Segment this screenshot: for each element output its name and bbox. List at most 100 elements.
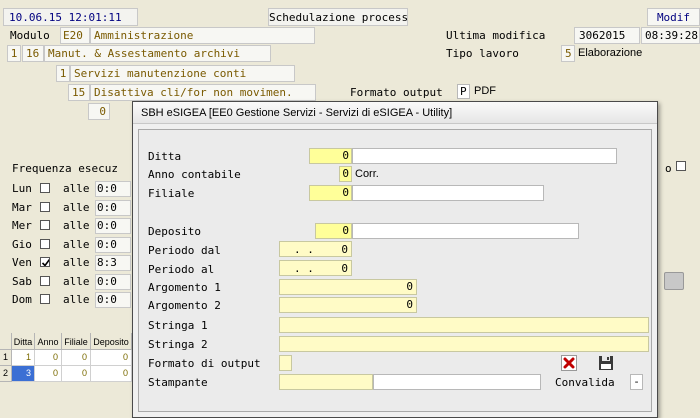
tipo-lavoro-name: Elaborazione <box>578 47 643 59</box>
modulo-label: Modulo <box>10 29 50 42</box>
day-checkbox[interactable] <box>40 183 50 193</box>
deposito-label: Deposito <box>148 225 201 238</box>
anno-input[interactable]: 0 <box>339 166 352 182</box>
ultima-modifica-label: Ultima modifica <box>446 29 546 42</box>
mode-indicator: Modif <box>647 8 700 26</box>
filiale-label: Filiale <box>148 187 195 200</box>
dialog-title: SBH eSIGEA [EE0 Gestione Servizi - Servi… <box>133 102 657 124</box>
day-time-field[interactable]: 0:0 <box>95 273 131 290</box>
background-edit-icon[interactable] <box>664 272 684 290</box>
tree-item-archivi[interactable]: Manut. & Assestamento archivi <box>44 45 271 62</box>
formato-input[interactable] <box>279 355 292 371</box>
frequenza-right-fragment: o <box>665 162 672 175</box>
stringa1-input[interactable] <box>279 317 649 333</box>
periodo-dal-input[interactable]: . . 0 <box>279 241 352 257</box>
argomento1-input[interactable]: 0 <box>279 279 417 295</box>
grid-cell[interactable]: 0 <box>35 350 62 366</box>
tree-item-disattiva[interactable]: Disattiva cli/for non movimen. <box>90 84 316 101</box>
window-title: Schedulazione processi <box>268 8 408 26</box>
save-button[interactable] <box>598 355 615 372</box>
day-checkbox[interactable] <box>40 294 50 304</box>
tree-item-servizi[interactable]: Servizi manutenzione conti <box>70 65 295 82</box>
day-checkbox[interactable] <box>40 275 50 286</box>
day-label: Mar <box>12 200 32 214</box>
stampante-input[interactable] <box>279 374 373 390</box>
anno-label: Anno contabile <box>148 168 241 181</box>
alle-label: alle <box>63 182 90 195</box>
ultima-modifica-time: 08:39:28 <box>641 27 700 44</box>
day-time-field[interactable]: 0:0 <box>95 218 131 234</box>
day-label: Sab <box>12 274 32 288</box>
grid-cell[interactable]: 1 <box>12 350 35 366</box>
modulo-name-field[interactable]: Amministrazione <box>90 27 315 44</box>
argomento2-input[interactable]: 0 <box>279 297 417 313</box>
close-icon <box>563 357 575 369</box>
stringa1-label: Stringa 1 <box>148 319 208 332</box>
tree-b-field[interactable]: 16 <box>22 45 44 62</box>
periodo-al-label: Periodo al <box>148 263 215 276</box>
convalida-label: Convalida <box>555 376 615 389</box>
convalida-input[interactable]: - <box>630 374 643 390</box>
day-checkbox[interactable] <box>40 238 50 249</box>
row4-value-field[interactable]: 0 <box>88 103 110 120</box>
day-label: Dom <box>12 293 32 306</box>
deposito-input[interactable]: 0 <box>315 223 352 239</box>
day-time-field[interactable]: 0:0 <box>95 181 131 197</box>
grid-corner <box>0 333 12 350</box>
grid-cell[interactable]: 0 <box>91 350 132 366</box>
grid-cell[interactable]: 0 <box>91 366 132 382</box>
tipo-lavoro-code[interactable]: 5 <box>561 45 575 62</box>
tree-level3-code[interactable]: 15 <box>68 84 90 101</box>
tipo-lavoro-label: Tipo lavoro <box>446 47 519 60</box>
stampante-description <box>373 374 541 390</box>
day-time-field[interactable]: 0:0 <box>95 199 131 216</box>
grid-cell[interactable]: 0 <box>62 366 91 382</box>
alle-label: alle <box>63 237 90 251</box>
day-checkbox[interactable] <box>40 201 50 212</box>
periodo-dal-label: Periodo dal <box>148 244 221 257</box>
day-checkbox[interactable] <box>40 220 50 230</box>
ditta-description <box>352 148 617 164</box>
tree-level2-code[interactable]: 1 <box>56 65 70 82</box>
stringa2-label: Stringa 2 <box>148 338 208 351</box>
grid-cell[interactable]: 0 <box>62 350 91 366</box>
ditta-label: Ditta <box>148 150 182 163</box>
grid-cell-selected[interactable]: 3 <box>12 366 35 382</box>
grid-header-anno[interactable]: Anno <box>35 333 62 350</box>
day-label: Lun <box>12 182 32 195</box>
alle-label: alle <box>63 256 90 269</box>
anno-suffix: Corr. <box>355 168 379 180</box>
periodo-dal-date: . . <box>294 243 314 256</box>
ditta-input[interactable]: 0 <box>309 148 352 164</box>
day-label: Ven <box>12 256 32 269</box>
alle-label: alle <box>63 200 90 214</box>
filiale-description <box>352 185 544 201</box>
modulo-code-field[interactable]: E20 <box>60 27 90 44</box>
grid-rownum: 1 <box>0 350 12 366</box>
stampante-label: Stampante <box>148 376 208 389</box>
filiale-input[interactable]: 0 <box>309 185 352 201</box>
grid-cell[interactable]: 0 <box>35 366 62 382</box>
alle-label: alle <box>63 219 90 232</box>
formato-output-name: PDF <box>474 85 496 97</box>
argomento1-label: Argomento 1 <box>148 281 221 294</box>
grid-rownum: 2 <box>0 366 12 382</box>
frequenza-label: Frequenza esecuz <box>12 162 118 175</box>
floppy-disk-icon <box>599 356 613 370</box>
cancel-button[interactable] <box>561 355 577 371</box>
periodo-al-input[interactable]: . . 0 <box>279 260 352 276</box>
grid-header-filiale[interactable]: Filiale <box>62 333 91 350</box>
stringa2-input[interactable] <box>279 336 649 352</box>
day-time-field[interactable]: 8:3 <box>95 255 131 271</box>
utility-dialog: SBH eSIGEA [EE0 Gestione Servizi - Servi… <box>132 101 658 418</box>
formato-output-code[interactable]: P <box>457 84 470 99</box>
tree-a-field[interactable]: 1 <box>7 45 21 62</box>
formato-label: Formato di output <box>148 357 261 370</box>
frequenza-right-checkbox[interactable] <box>676 161 686 171</box>
day-time-field[interactable]: 0:0 <box>95 236 131 253</box>
day-checkbox[interactable] <box>40 257 50 267</box>
grid-header-deposito[interactable]: Deposito <box>91 333 132 350</box>
grid-header-ditta[interactable]: Ditta <box>12 333 35 350</box>
day-time-field[interactable]: 0:0 <box>95 292 131 308</box>
periodo-dal-value: 0 <box>341 243 348 256</box>
